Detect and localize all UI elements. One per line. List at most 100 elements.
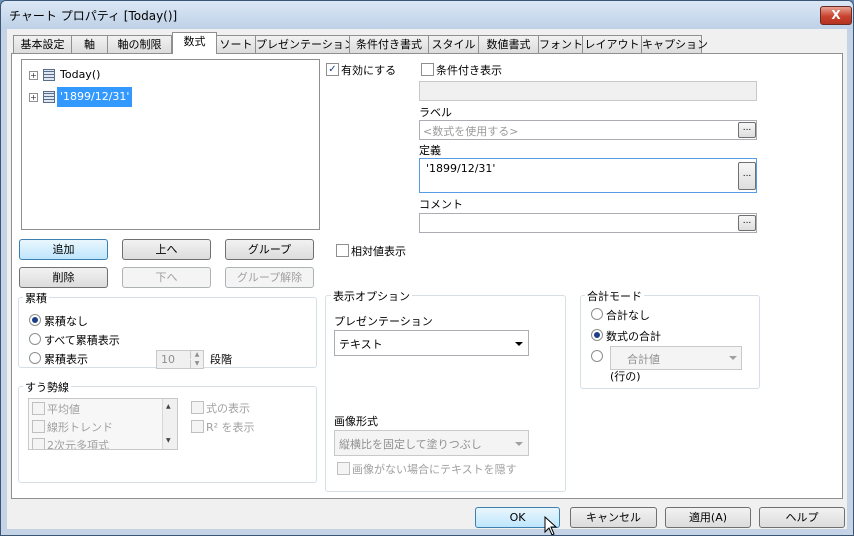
accum-steps-radio[interactable] <box>29 352 41 364</box>
spin-up-icon[interactable]: ▲ <box>190 351 203 359</box>
tab-presentation[interactable]: プレゼンテーション <box>255 35 355 53</box>
trend-poly2-checkbox[interactable] <box>32 438 45 449</box>
table-icon <box>43 91 55 103</box>
tab-sort[interactable]: ソート <box>216 35 256 53</box>
show-r2-checkbox[interactable] <box>191 420 204 433</box>
tab-axis[interactable]: 軸 <box>71 35 108 53</box>
tab-font[interactable]: フォント <box>538 35 583 53</box>
tab-conditional-format[interactable]: 条件付き書式 <box>349 35 429 53</box>
presentation-select[interactable]: テキスト <box>334 330 529 356</box>
comment-input[interactable]: ... <box>419 213 757 233</box>
tab-basic[interactable]: 基本設定 <box>13 35 72 53</box>
chevron-down-icon <box>515 342 523 346</box>
definition-edit-button[interactable]: ... <box>738 162 756 190</box>
show-equation-checkbox[interactable] <box>191 401 204 414</box>
trend-average-label: 平均値 <box>47 403 80 416</box>
trend-linear-checkbox[interactable] <box>32 420 45 433</box>
tab-expressions[interactable]: 数式 <box>172 32 217 54</box>
delete-button[interactable]: 削除 <box>19 267 108 288</box>
tab-style[interactable]: スタイル <box>428 35 479 53</box>
accum-steps-spinner[interactable]: 10 ▲ ▼ <box>156 350 204 369</box>
tab-axis-limits[interactable]: 軸の制限 <box>107 35 172 53</box>
conditional-show-label: 条件付き表示 <box>436 64 502 77</box>
relative-checkbox[interactable] <box>336 244 349 257</box>
tree-item[interactable]: + Today() <box>22 66 312 84</box>
relative-label: 相対値表示 <box>351 245 406 258</box>
mouse-cursor-icon <box>544 516 558 535</box>
expression-tree[interactable]: + Today() + '1899/12/31' <box>21 59 320 230</box>
list-scrollbar[interactable]: ▲ ▼ <box>162 399 177 449</box>
trend-average-checkbox[interactable] <box>32 402 45 415</box>
apply-button[interactable]: 適用(A) <box>665 507 751 528</box>
enable-label: 有効にする <box>341 64 397 77</box>
ungroup-button[interactable]: グループ解除 <box>225 267 314 288</box>
total-mode-title: 合計モード <box>585 288 644 304</box>
trend-poly2-label: 2次元多項式 <box>47 439 109 450</box>
show-equation-label: 式の表示 <box>206 402 250 415</box>
expand-icon[interactable]: + <box>29 71 38 80</box>
move-up-button[interactable]: 上へ <box>122 239 211 260</box>
total-func-radio[interactable] <box>591 350 603 362</box>
label-field-label: ラベル <box>419 106 452 119</box>
comment-label: コメント <box>419 198 463 211</box>
window-title: チャート プロパティ [Today()] <box>9 9 178 23</box>
total-func-select[interactable]: 合計値 <box>610 346 742 370</box>
presentation-value: テキスト <box>339 338 383 351</box>
expand-icon[interactable]: + <box>29 93 38 102</box>
display-options-title: 表示オプション <box>331 288 412 304</box>
help-button[interactable]: ヘルプ <box>759 507 845 528</box>
group-button[interactable]: グループ <box>225 239 314 260</box>
image-format-select[interactable]: 縦横比を固定して塗りつぶし <box>334 430 529 456</box>
label-edit-button[interactable]: ... <box>738 122 756 138</box>
trendlines-title: すう勢線 <box>23 379 71 395</box>
accum-none-radio[interactable] <box>29 314 41 326</box>
hide-text-checkbox[interactable] <box>337 462 350 475</box>
definition-value: '1899/12/31' <box>426 162 496 175</box>
scroll-up-icon[interactable]: ▲ <box>166 403 171 410</box>
condition-input[interactable] <box>419 81 757 101</box>
tab-number-format[interactable]: 数値書式 <box>478 35 539 53</box>
move-down-button[interactable]: 下へ <box>122 267 211 288</box>
dialog-window: チャート プロパティ [Today()] X 基本設定 軸 軸の制限 数式 ソー… <box>0 0 854 536</box>
tree-item-label[interactable]: '1899/12/31' <box>57 87 133 107</box>
accum-all-label: すべて累積表示 <box>44 334 120 347</box>
image-format-label: 画像形式 <box>334 415 378 428</box>
close-icon: X <box>831 8 841 22</box>
total-expr-radio[interactable] <box>591 329 603 341</box>
table-icon <box>43 69 55 81</box>
trendline-list[interactable]: 平均値 線形トレンド 2次元多項式 ▲ ▼ <box>28 398 178 450</box>
title-bar: チャート プロパティ [Today()] X <box>1 1 853 29</box>
accum-none-label: 累積なし <box>44 315 88 328</box>
total-none-label: 合計なし <box>606 309 650 322</box>
label-input[interactable]: <数式を使用する> ... <box>419 120 757 140</box>
dialog-client: 基本設定 軸 軸の制限 数式 ソート プレゼンテーション 条件付き書式 スタイル… <box>7 29 847 529</box>
scroll-down-icon[interactable]: ▼ <box>166 437 171 444</box>
close-button[interactable]: X <box>820 6 852 25</box>
accum-steps-label: 累積表示 <box>44 353 88 366</box>
cancel-button[interactable]: キャンセル <box>570 507 657 528</box>
definition-input[interactable]: '1899/12/31' ... <box>419 158 757 193</box>
label-placeholder: <数式を使用する> <box>423 125 519 138</box>
steps-unit-label: 段階 <box>210 353 232 366</box>
tree-item-label[interactable]: Today() <box>57 67 103 82</box>
total-row-label: (行の) <box>610 370 641 383</box>
conditional-show-checkbox[interactable] <box>421 63 434 76</box>
comment-edit-button[interactable]: ... <box>738 215 756 231</box>
total-expr-label: 数式の合計 <box>606 330 661 343</box>
accum-steps-value: 10 <box>161 353 175 366</box>
accum-all-radio[interactable] <box>29 333 41 345</box>
image-format-value: 縦横比を固定して塗りつぶし <box>339 438 482 451</box>
tab-caption[interactable]: キャプション <box>641 35 708 53</box>
chevron-down-icon <box>515 442 523 446</box>
show-r2-label: R² を表示 <box>206 421 255 434</box>
trend-linear-label: 線形トレンド <box>47 421 113 434</box>
spin-down-icon[interactable]: ▼ <box>190 360 203 368</box>
tree-item[interactable]: + '1899/12/31' <box>22 87 312 107</box>
total-none-radio[interactable] <box>591 308 603 320</box>
chevron-down-icon <box>729 356 737 360</box>
accumulation-title: 累積 <box>23 290 49 306</box>
enable-checkbox[interactable]: ✓ <box>326 63 339 76</box>
tab-layout[interactable]: レイアウト <box>582 35 642 53</box>
presentation-label: プレゼンテーション <box>334 315 433 328</box>
add-button[interactable]: 追加 <box>19 239 108 260</box>
